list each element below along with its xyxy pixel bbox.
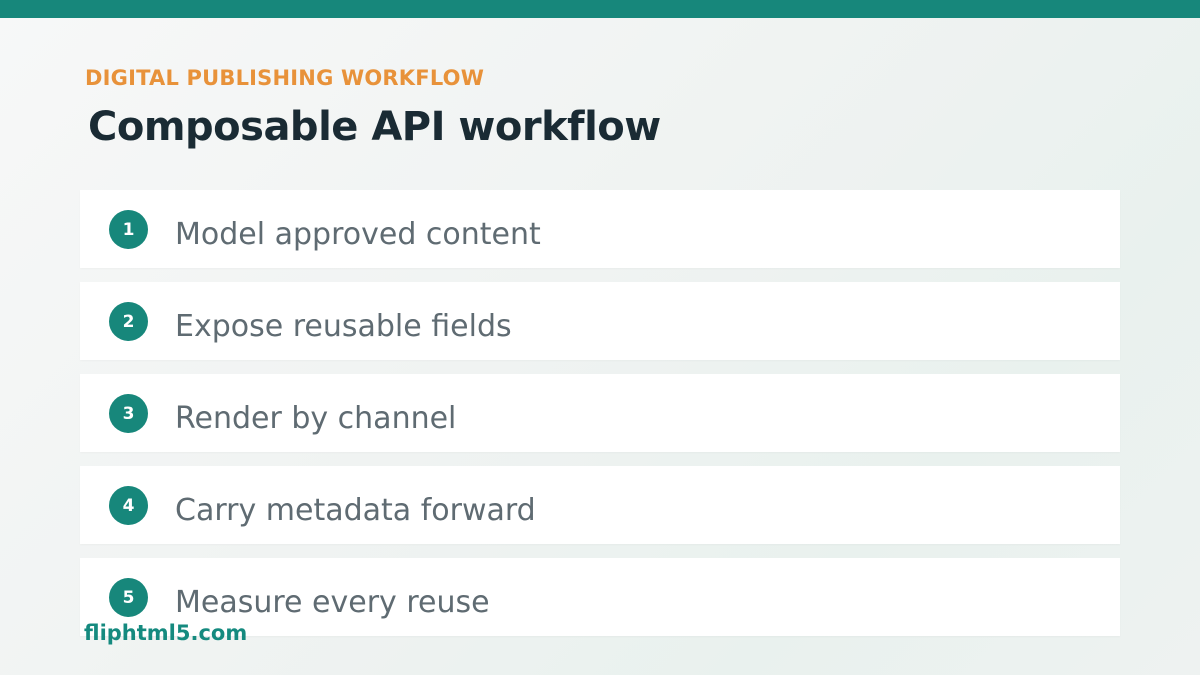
step-label: Model approved content — [175, 217, 541, 252]
step-label: Measure every reuse — [175, 585, 490, 620]
watermark-link[interactable]: fliphtml5.com — [84, 621, 247, 645]
slide: DIGITAL PUBLISHING WORKFLOW Composable A… — [0, 0, 1200, 675]
top-accent-bar — [0, 0, 1200, 18]
slide-title: Composable API workflow — [88, 104, 661, 150]
step-number-badge: 2 — [109, 302, 148, 341]
step-card-3: 3 Render by channel — [80, 374, 1120, 452]
step-label: Expose reusable fields — [175, 309, 512, 344]
step-number-badge: 5 — [109, 578, 148, 617]
eyebrow-label: DIGITAL PUBLISHING WORKFLOW — [85, 66, 485, 90]
step-card-4: 4 Carry metadata forward — [80, 466, 1120, 544]
step-card-2: 2 Expose reusable fields — [80, 282, 1120, 360]
step-number-badge: 3 — [109, 394, 148, 433]
step-card-1: 1 Model approved content — [80, 190, 1120, 268]
step-label: Carry metadata forward — [175, 493, 536, 528]
step-number-badge: 4 — [109, 486, 148, 525]
step-list: 1 Model approved content 2 Expose reusab… — [80, 190, 1120, 650]
step-number-badge: 1 — [109, 210, 148, 249]
step-label: Render by channel — [175, 401, 457, 436]
